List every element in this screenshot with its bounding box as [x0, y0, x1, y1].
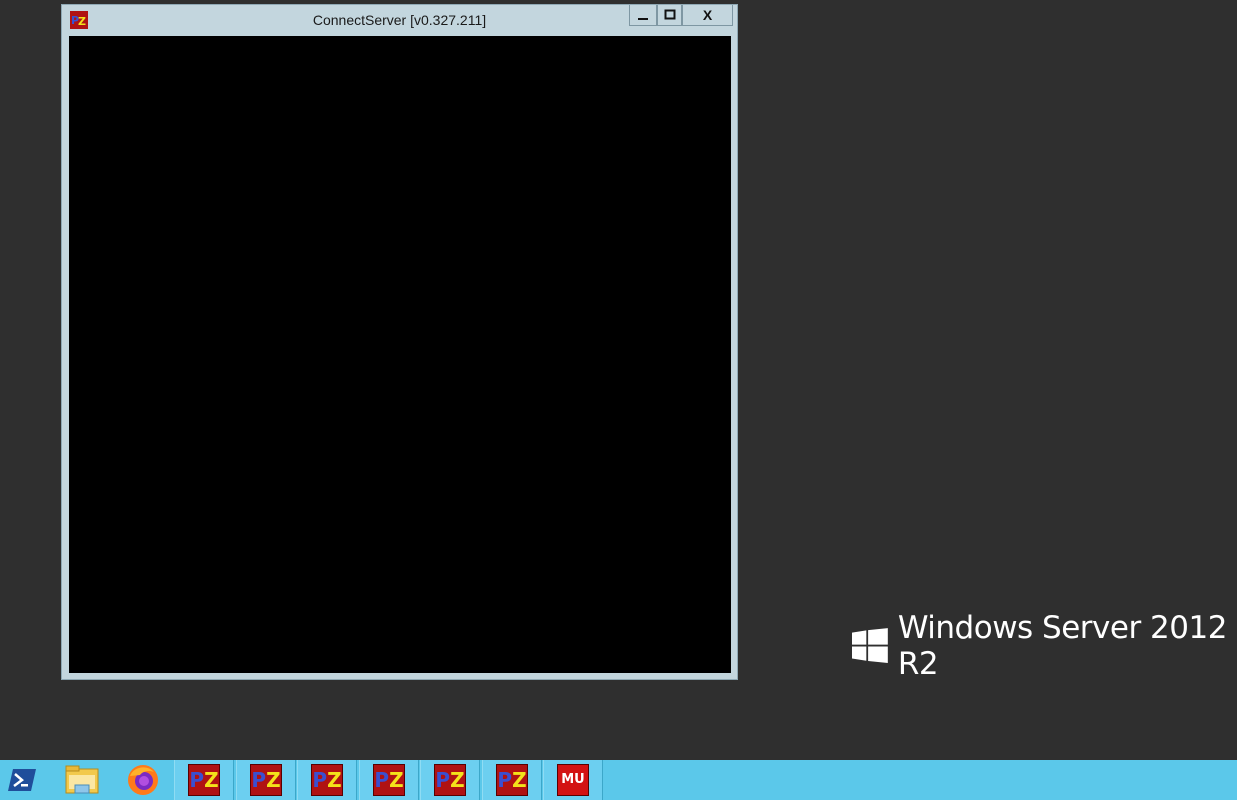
taskbar-pz-app-2[interactable]: PZ: [236, 760, 296, 800]
taskbar-pz-app-5[interactable]: PZ: [420, 760, 480, 800]
taskbar-pz-app-6[interactable]: PZ: [482, 760, 542, 800]
windows-logo-icon: [852, 628, 888, 664]
pz-app-icon: PZ: [434, 764, 466, 796]
close-icon: X: [702, 7, 713, 23]
pz-app-icon: PZ: [250, 764, 282, 796]
taskbar-powershell[interactable]: [0, 760, 44, 800]
taskbar-mu-app[interactable]: MU: [543, 760, 603, 800]
firefox-icon: [128, 765, 158, 795]
mu-app-icon: MU: [557, 764, 589, 796]
pz-app-icon: PZ: [188, 764, 220, 796]
powershell-icon: [8, 769, 36, 791]
taskbar-pz-app-4[interactable]: PZ: [359, 760, 419, 800]
taskbar: PZ PZ PZ PZ PZ PZ MU: [0, 760, 1237, 800]
close-button[interactable]: X: [682, 5, 733, 26]
os-branding: Windows Server 2012 R2: [852, 610, 1237, 682]
connectserver-window[interactable]: P Z ConnectServer [v0.327.211] X: [61, 4, 738, 680]
taskbar-pz-app-3[interactable]: PZ: [297, 760, 357, 800]
maximize-button[interactable]: [657, 5, 682, 26]
window-titlebar[interactable]: P Z ConnectServer [v0.327.211] X: [62, 5, 737, 36]
maximize-icon: [664, 9, 675, 20]
taskbar-file-explorer[interactable]: [52, 760, 112, 800]
console-output-area[interactable]: [69, 36, 731, 673]
file-explorer-icon: [65, 765, 99, 794]
taskbar-pz-app-1[interactable]: PZ: [174, 760, 234, 800]
pz-app-icon: PZ: [311, 764, 343, 796]
minimize-icon: [638, 18, 648, 20]
taskbar-firefox[interactable]: [113, 760, 173, 800]
os-branding-text: Windows Server 2012 R2: [897, 610, 1228, 682]
pz-app-icon: PZ: [373, 764, 405, 796]
pz-app-icon: PZ: [496, 764, 528, 796]
minimize-button[interactable]: [629, 5, 657, 26]
